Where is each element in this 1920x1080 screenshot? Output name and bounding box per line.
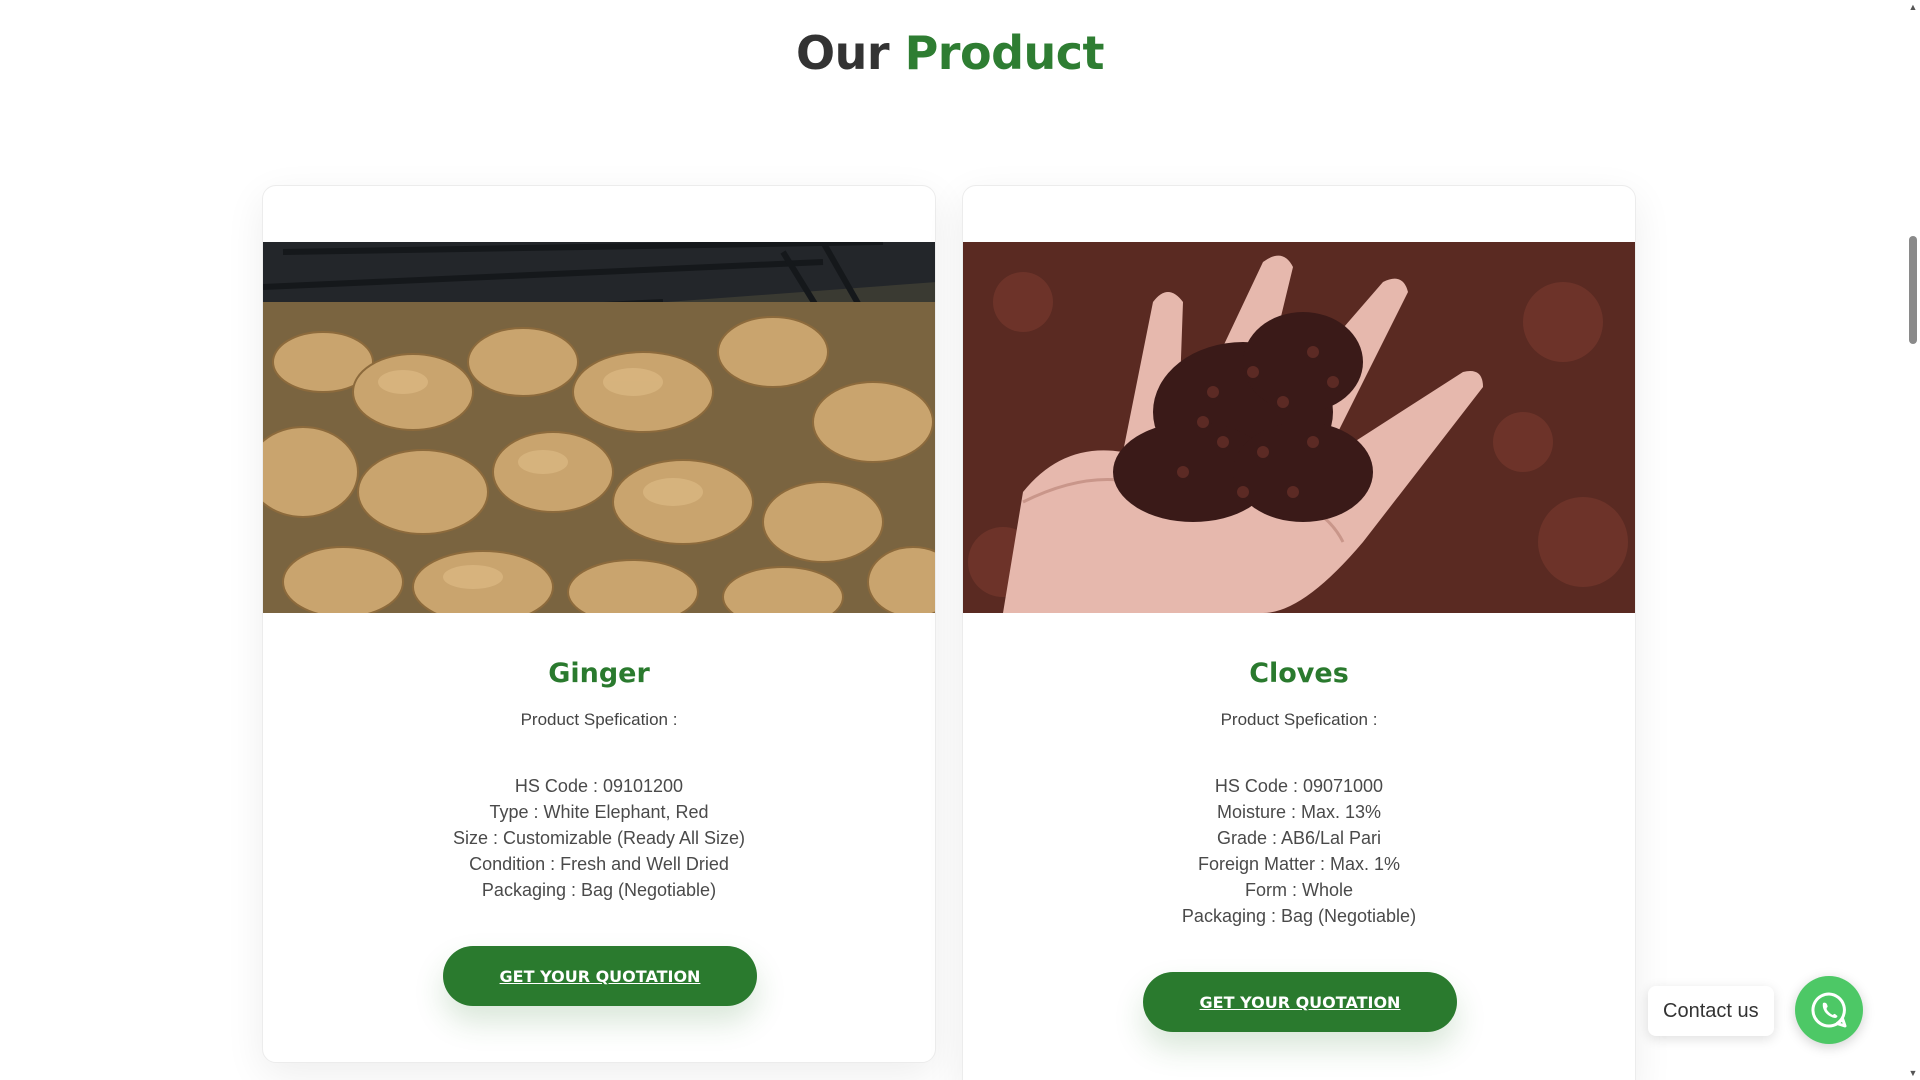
whatsapp-button[interactable] [1795, 976, 1863, 1044]
spec-item: HS Code : 09071000 [1214, 776, 1384, 796]
spec-item: Packaging : Bag (Negotiable) [1181, 906, 1417, 926]
spec-item: Moisture : Max. 13% [1216, 802, 1382, 822]
spec-item: Foreign Matter : Max. 1% [1197, 854, 1401, 874]
spec-list: HS Code : 09101200 Type : White Elephant… [263, 773, 935, 903]
product-name: Ginger [548, 658, 650, 689]
spec-heading: Product Spefication : [520, 710, 678, 729]
spec-list: HS Code : 09071000 Moisture : Max. 13% G… [963, 773, 1635, 929]
spec-item: Type : White Elephant, Red [489, 802, 709, 822]
scroll-down-arrow-icon[interactable]: ▼ [1908, 1068, 1918, 1078]
scrollbar[interactable]: ▲ ▼ [1906, 0, 1920, 1080]
scroll-thumb[interactable] [1909, 236, 1917, 344]
section-title: Our Product [0, 26, 1900, 80]
contact-us-label[interactable]: Contact us [1648, 986, 1774, 1036]
product-name: Cloves [1249, 658, 1349, 689]
spec-item: Size : Customizable (Ready All Size) [452, 828, 746, 848]
scroll-up-arrow-icon[interactable]: ▲ [1908, 2, 1918, 12]
product-card-cloves: Cloves Product Spefication : HS Code : 0… [962, 185, 1636, 1080]
spec-item: HS Code : 09101200 [514, 776, 684, 796]
spec-heading: Product Spefication : [1220, 710, 1378, 729]
get-quotation-button[interactable]: GET YOUR QUOTATION [443, 946, 757, 1006]
product-card-ginger: Ginger Product Spefication : HS Code : 0… [262, 185, 936, 1063]
cloves-image [963, 242, 1635, 613]
section-title-part1: Our [796, 26, 890, 80]
section-title-part2: Product [904, 26, 1105, 80]
spec-item: Packaging : Bag (Negotiable) [481, 880, 717, 900]
get-quotation-button[interactable]: GET YOUR QUOTATION [1143, 972, 1457, 1032]
ginger-image [263, 242, 935, 613]
spec-item: Grade : AB6/Lal Pari [1216, 828, 1382, 848]
whatsapp-icon [1811, 992, 1847, 1028]
spec-item: Condition : Fresh and Well Dried [469, 854, 729, 874]
spec-item: Form : Whole [1244, 880, 1354, 900]
